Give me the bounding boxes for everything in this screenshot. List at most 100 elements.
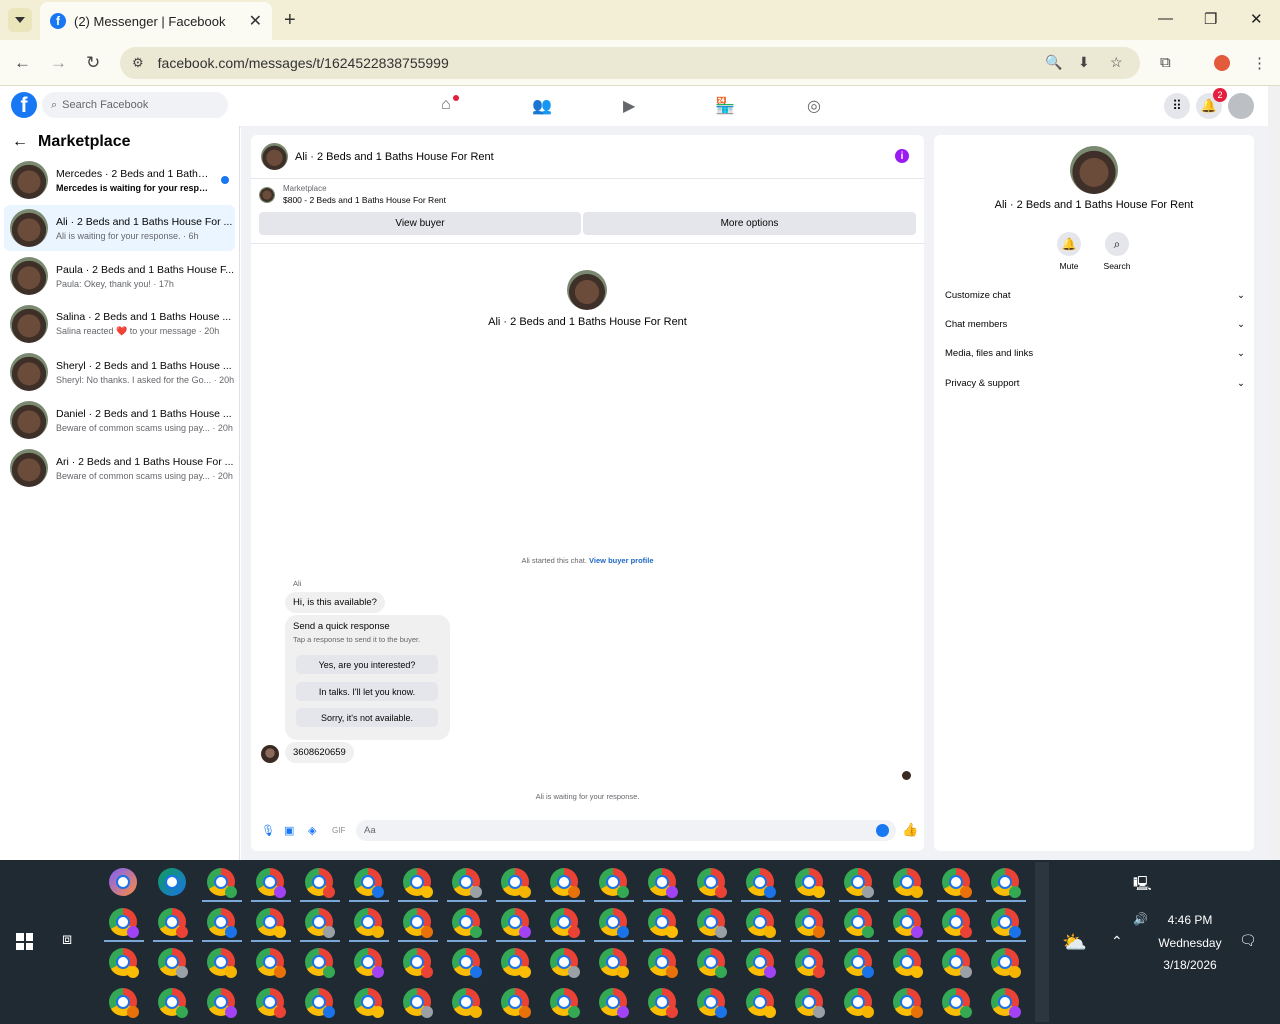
quick-response-button[interactable]: Sorry, it's not available. <box>296 708 438 727</box>
weather-icon[interactable]: ⛅ <box>1062 930 1087 955</box>
bookmark-star-icon[interactable]: ☆ <box>1110 54 1123 71</box>
chrome-taskbar-icon[interactable] <box>942 868 972 898</box>
chrome-taskbar-icon[interactable] <box>648 868 678 898</box>
chrome-taskbar-icon[interactable] <box>403 908 433 938</box>
tab-search-button[interactable] <box>8 8 32 32</box>
chrome-taskbar-icon[interactable] <box>697 988 727 1018</box>
chrome-taskbar-icon[interactable] <box>207 948 237 978</box>
chrome-taskbar-icon[interactable] <box>550 908 580 938</box>
show-hidden-icons-chevron-icon[interactable]: ⌃ <box>1111 933 1123 950</box>
chrome-taskbar-icon[interactable] <box>942 988 972 1018</box>
chrome-taskbar-icon[interactable] <box>354 948 384 978</box>
chrome-taskbar-icon[interactable] <box>501 988 531 1018</box>
clock-date[interactable]: 3/18/2026 <box>1150 958 1230 972</box>
chrome-taskbar-icon[interactable] <box>746 948 776 978</box>
sticker-icon[interactable]: ◈ <box>308 824 316 837</box>
chrome-taskbar-icon[interactable] <box>550 988 580 1018</box>
chrome-taskbar-icon[interactable] <box>795 868 825 898</box>
chrome-taskbar-icon[interactable] <box>452 868 482 898</box>
chrome-taskbar-icon[interactable] <box>697 908 727 938</box>
chrome-taskbar-icon[interactable] <box>305 948 335 978</box>
chrome-taskbar-icon[interactable] <box>991 868 1021 898</box>
conversation-item[interactable]: Daniel · 2 Beds and 1 Baths House ... Bew… <box>4 397 235 443</box>
customize-chat-row[interactable]: Customize chat ⌄ <box>945 290 1245 301</box>
chrome-taskbar-icon[interactable] <box>991 948 1021 978</box>
back-arrow-icon[interactable]: ← <box>12 133 28 151</box>
chrome-taskbar-icon[interactable] <box>697 868 727 898</box>
quick-response-button[interactable]: Yes, are you interested? <box>296 655 438 674</box>
groups-icon[interactable]: ◎ <box>807 96 821 116</box>
chat-members-row[interactable]: Chat members ⌄ <box>945 319 1245 330</box>
chrome-taskbar-icon[interactable] <box>942 948 972 978</box>
account-avatar[interactable] <box>1228 93 1254 119</box>
chrome-taskbar-icon[interactable] <box>942 908 972 938</box>
thumbs-up-icon[interactable]: 👍 <box>902 822 918 838</box>
back-icon[interactable]: ← <box>14 53 31 73</box>
marketplace-listing[interactable]: Marketplace $800 - 2 Beds and 1 Baths Ho… <box>259 184 446 205</box>
menu-grid-icon[interactable]: ⠿ <box>1164 93 1190 119</box>
video-icon[interactable]: ▶ <box>623 96 635 116</box>
restore-icon[interactable]: ❐ <box>1204 10 1217 28</box>
marketplace-icon[interactable]: 🏪 <box>715 96 735 116</box>
close-window-icon[interactable]: ✕ <box>1250 10 1263 28</box>
minimize-icon[interactable]: — <box>1158 10 1173 27</box>
privacy-support-row[interactable]: Privacy & support ⌄ <box>945 378 1245 389</box>
chrome-taskbar-icon[interactable] <box>305 868 335 898</box>
install-app-icon[interactable]: ⬇ <box>1078 54 1090 71</box>
chrome-taskbar-icon[interactable] <box>844 988 874 1018</box>
chrome-taskbar-icon[interactable] <box>452 908 482 938</box>
chrome-taskbar-icon[interactable] <box>648 908 678 938</box>
microphone-icon[interactable]: 🎙 <box>261 824 275 837</box>
chrome-taskbar-icon[interactable] <box>256 868 286 898</box>
chrome-taskbar-icon[interactable] <box>354 868 384 898</box>
address-bar[interactable]: ⚙ facebook.com/messages/t/16245228387559… <box>120 47 1140 79</box>
conversation-item[interactable]: Paula · 2 Beds and 1 Baths House F... Pau… <box>4 253 235 299</box>
chrome-menu-icon[interactable]: ⋮ <box>1252 54 1267 72</box>
chrome-taskbar-icon[interactable] <box>893 988 923 1018</box>
chrome-taskbar-icon[interactable] <box>893 868 923 898</box>
chrome-taskbar-icon[interactable] <box>599 908 629 938</box>
chrome-taskbar-icon[interactable] <box>207 988 237 1018</box>
chrome-taskbar-icon[interactable] <box>697 948 727 978</box>
chrome-taskbar-icon[interactable] <box>207 868 237 898</box>
search-action[interactable]: ⌕ Search <box>1097 232 1137 271</box>
chrome-taskbar-icon[interactable] <box>550 868 580 898</box>
chrome-taskbar-icon[interactable] <box>354 908 384 938</box>
new-tab-button[interactable]: + <box>284 9 296 32</box>
zoom-icon[interactable]: 🔍 <box>1045 54 1062 71</box>
chrome-taskbar-icon[interactable] <box>893 908 923 938</box>
volume-icon[interactable]: 🔊 <box>1133 912 1148 926</box>
chrome-taskbar-icon[interactable] <box>795 988 825 1018</box>
chrome-taskbar-icon[interactable] <box>599 868 629 898</box>
chrome-taskbar-icon[interactable] <box>158 988 188 1018</box>
chrome-taskbar-icon[interactable] <box>746 908 776 938</box>
clock-time[interactable]: 4:46 PM <box>1150 913 1230 927</box>
chrome-taskbar-icon[interactable] <box>109 948 139 978</box>
chrome-taskbar-icon[interactable] <box>403 988 433 1018</box>
chrome-taskbar-icon[interactable] <box>452 948 482 978</box>
chrome-taskbar-icon[interactable] <box>354 988 384 1018</box>
photo-icon[interactable]: ▣ <box>284 824 294 837</box>
message-input[interactable]: Aa <box>356 820 896 841</box>
chrome-taskbar-icon[interactable] <box>648 988 678 1018</box>
chrome-taskbar-icon[interactable] <box>256 908 286 938</box>
chrome-taskbar-icon[interactable] <box>844 908 874 938</box>
chrome-taskbar-icon[interactable] <box>501 948 531 978</box>
chrome-taskbar-icon[interactable] <box>795 948 825 978</box>
chrome-taskbar-icon[interactable] <box>550 948 580 978</box>
facebook-search-input[interactable]: ⌕ Search Facebook <box>42 92 228 118</box>
chrome-taskbar-icon[interactable] <box>403 948 433 978</box>
chrome-taskbar-icon[interactable] <box>501 868 531 898</box>
chrome-taskbar-icon[interactable] <box>746 868 776 898</box>
chrome-taskbar-icon[interactable] <box>648 948 678 978</box>
chrome-taskbar-icon[interactable] <box>844 948 874 978</box>
chrome-taskbar-icon[interactable] <box>305 908 335 938</box>
profile-icon[interactable] <box>1214 55 1230 71</box>
conversation-item[interactable]: Salina · 2 Beds and 1 Baths House ... Sal… <box>4 301 235 347</box>
view-buyer-profile-link[interactable]: View buyer profile <box>589 556 653 565</box>
conversation-item[interactable]: Ari · 2 Beds and 1 Baths House For ... Be… <box>4 445 235 491</box>
notifications-center-icon[interactable]: 🗨 <box>1239 932 1257 949</box>
emoji-icon[interactable] <box>876 824 889 837</box>
chrome-taskbar-icon[interactable] <box>795 908 825 938</box>
chrome-taskbar-icon[interactable] <box>452 988 482 1018</box>
